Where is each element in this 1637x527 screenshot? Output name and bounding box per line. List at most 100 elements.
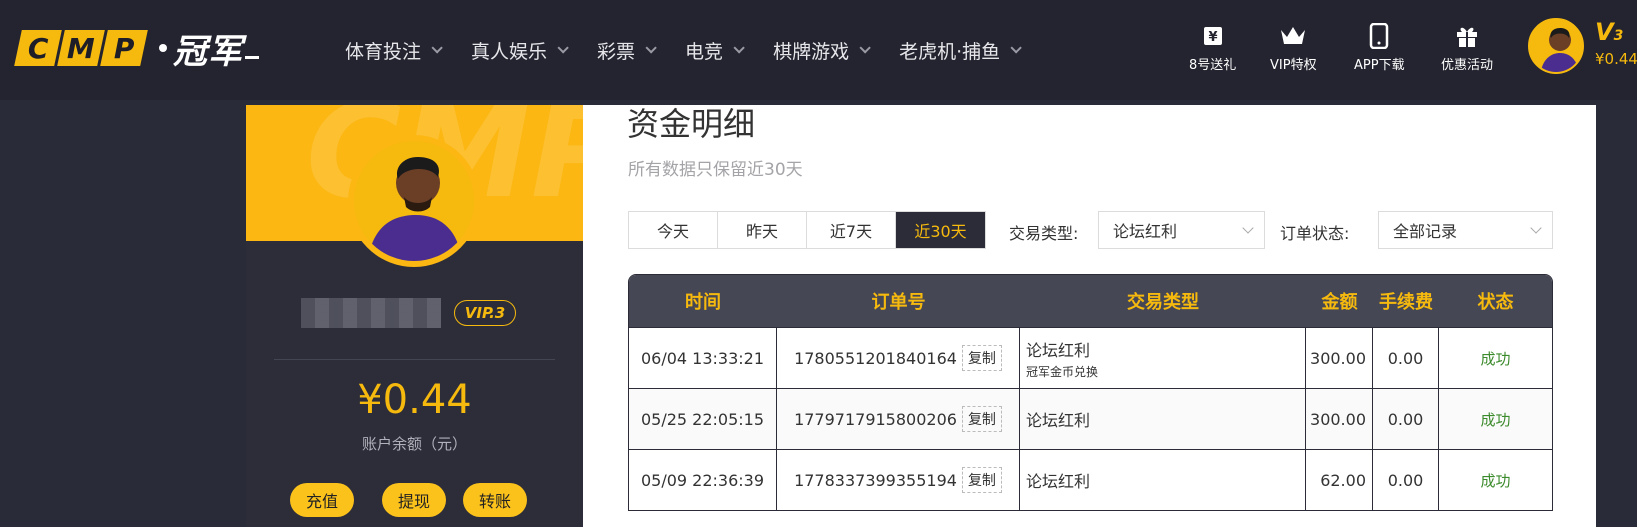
select-value: 论坛红利	[1113, 222, 1178, 241]
logo-letters: C M P	[14, 30, 148, 66]
chevron-down-icon	[645, 42, 657, 54]
cell-amount: 300.00	[1306, 328, 1373, 388]
copy-button[interactable]: 复制	[961, 467, 1002, 493]
cell-status: 成功	[1439, 450, 1552, 510]
copy-button[interactable]: 复制	[961, 406, 1002, 432]
nav-slots-fishing[interactable]: 老虎机·捕鱼	[899, 37, 1022, 64]
yen-ticket-icon: ¥	[1198, 22, 1228, 50]
chevron-down-icon	[557, 42, 569, 54]
cell-fee: 0.00	[1373, 450, 1439, 510]
column-header-time: 时间	[685, 292, 721, 313]
cell-type: 论坛红利	[1020, 389, 1306, 449]
order-number: 1779717915800206	[794, 409, 957, 429]
tab-today[interactable]: 今天	[629, 212, 718, 248]
order-number: 1780551201840164	[794, 348, 957, 368]
transactions-table: 时间 订单号 交易类型 金额 手续费 状态 06/04 13:33:21 178…	[628, 274, 1553, 511]
crown-icon	[1278, 22, 1308, 50]
header-balance: ¥0.44	[1595, 50, 1637, 68]
cell-amount: 300.00	[1306, 389, 1373, 449]
table-row: 06/04 13:33:21 1780551201840164 复制 论坛红利 冠军…	[629, 327, 1552, 388]
select-value: 全部记录	[1393, 222, 1458, 241]
username-blurred	[301, 298, 441, 328]
nav-label: 彩票	[597, 40, 636, 63]
nav-esports[interactable]: 电竞	[685, 37, 745, 64]
chevron-down-icon	[431, 42, 443, 54]
gift-icon	[1452, 22, 1482, 50]
quick-link-gift-8[interactable]: ¥ 8号送礼	[1189, 22, 1236, 73]
cell-order: 1778337399355194 复制	[777, 450, 1020, 510]
nav-sports[interactable]: 体育投注	[345, 37, 443, 64]
status-badge: 成功	[1480, 410, 1511, 429]
type-text: 论坛红利	[1026, 340, 1091, 360]
main-nav: 体育投注 真人娱乐 彩票 电竞 棋牌游戏 老虎机·捕鱼	[345, 0, 1050, 100]
page-title: 资金明细	[627, 105, 756, 143]
nav-label: 真人娱乐	[471, 40, 548, 63]
nav-label: 棋牌游戏	[773, 40, 850, 63]
top-navigation-bar: C M P 冠军 体育投注 真人娱乐 彩票 电竞 棋牌游戏 老虎机·捕鱼 ¥ 8…	[0, 0, 1637, 100]
tab-last-30-days[interactable]: 近30天	[896, 212, 985, 248]
cell-order: 1779717915800206 复制	[777, 389, 1020, 449]
cell-time: 05/25 22:05:15	[629, 389, 777, 449]
type-text: 论坛红利	[1026, 472, 1091, 491]
logo-dash	[245, 55, 259, 59]
column-header-type: 交易类型	[1127, 292, 1199, 313]
svg-text:¥: ¥	[1208, 30, 1217, 45]
cell-fee: 0.00	[1373, 389, 1439, 449]
user-avatar[interactable]	[1528, 18, 1584, 74]
order-status-label: 订单状态:	[1280, 224, 1350, 243]
logo-dot	[159, 44, 167, 52]
nav-label: 老虎机·捕鱼	[899, 40, 1001, 63]
cell-type: 论坛红利	[1020, 450, 1306, 510]
order-status-select[interactable]: 全部记录	[1378, 211, 1553, 249]
transaction-type-label: 交易类型:	[1009, 224, 1079, 243]
cell-time: 05/09 22:36:39	[629, 450, 777, 510]
type-text: 论坛红利	[1026, 411, 1091, 430]
status-badge: 成功	[1480, 471, 1511, 490]
account-balance: ¥0.44	[357, 377, 472, 423]
vip-level: V3	[1595, 18, 1624, 46]
vip-badge: VIP.3	[454, 300, 516, 326]
quick-link-promotions[interactable]: 优惠活动	[1441, 22, 1493, 73]
quick-link-vip[interactable]: VIP特权	[1270, 22, 1317, 73]
table-header: 时间 订单号 交易类型 金额 手续费 状态	[629, 275, 1552, 327]
cell-fee: 0.00	[1373, 328, 1439, 388]
column-header-amount: 金额	[1321, 292, 1358, 313]
type-note: 冠军金币兑换	[1026, 364, 1099, 379]
table-row: 05/25 22:05:15 1779717915800206 复制 论坛红利 3…	[629, 388, 1552, 449]
nav-lottery[interactable]: 彩票	[597, 37, 657, 64]
phone-icon	[1364, 22, 1394, 50]
nav-label: 电竞	[685, 40, 724, 63]
divider	[274, 359, 555, 360]
order-number: 1778337399355194	[794, 470, 957, 490]
cell-status: 成功	[1439, 328, 1552, 388]
status-badge: 成功	[1480, 349, 1511, 368]
nav-card-games[interactable]: 棋牌游戏	[773, 37, 871, 64]
copy-button[interactable]: 复制	[961, 345, 1002, 371]
column-header-status: 状态	[1477, 292, 1514, 313]
site-logo[interactable]: C M P 冠军	[14, 29, 259, 72]
cell-type: 论坛红利冠军金币兑换	[1020, 328, 1306, 388]
page-subtitle: 所有数据只保留近30天	[628, 160, 803, 180]
quick-link-label: 8号送礼	[1189, 58, 1237, 73]
tab-last-7-days[interactable]: 近7天	[807, 212, 896, 248]
deposit-button[interactable]: 充值	[290, 483, 354, 517]
column-header-order: 订单号	[871, 292, 926, 313]
quick-link-label: VIP特权	[1270, 58, 1317, 73]
profile-avatar	[348, 135, 480, 267]
profile-card: CMP VIP.3 ¥0.44 账户余额（元） 充值 提现 转账	[246, 105, 583, 527]
logo-chinese-text: 冠军	[173, 31, 243, 72]
cell-amount: 62.00	[1306, 450, 1373, 510]
fund-details-panel: 资金明细 所有数据只保留近30天 今天 昨天 近7天 近30天 交易类型: 论坛…	[583, 105, 1596, 527]
quick-link-label: 优惠活动	[1441, 58, 1494, 73]
account-balance-label: 账户余额（元）	[361, 435, 467, 453]
quick-link-app[interactable]: APP下载	[1354, 22, 1405, 73]
chevron-down-icon	[1010, 42, 1022, 54]
withdraw-button[interactable]: 提现	[382, 483, 446, 517]
chevron-down-icon	[1242, 222, 1254, 234]
nav-live-casino[interactable]: 真人娱乐	[471, 37, 569, 64]
tab-yesterday[interactable]: 昨天	[718, 212, 807, 248]
transfer-button[interactable]: 转账	[463, 483, 527, 517]
table-row: 05/09 22:36:39 1778337399355194 复制 论坛红利 6…	[629, 449, 1552, 510]
transaction-type-select[interactable]: 论坛红利	[1098, 211, 1265, 249]
cell-order: 1780551201840164 复制	[777, 328, 1020, 388]
